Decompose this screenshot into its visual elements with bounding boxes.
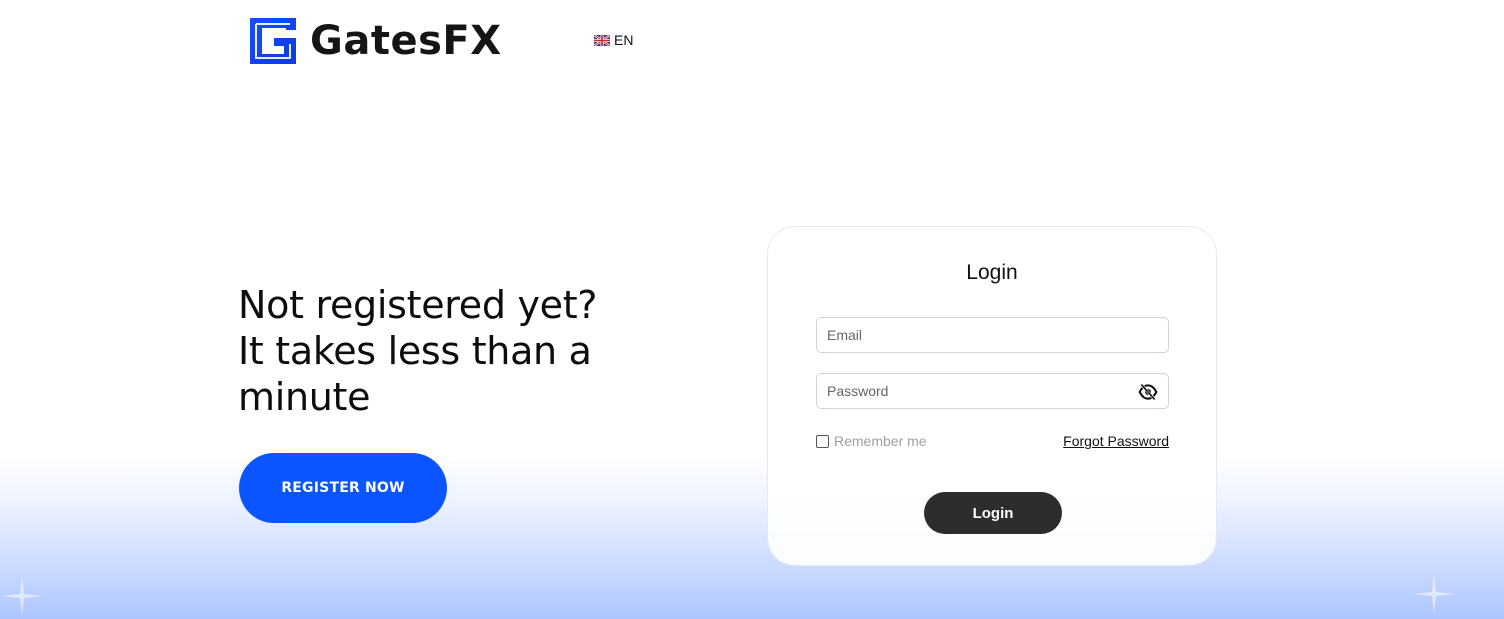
eye-slash-icon[interactable]: [1138, 383, 1158, 401]
forgot-password-link[interactable]: Forgot Password: [1063, 433, 1169, 449]
hero-title-line-1: Not registered yet?: [238, 283, 598, 327]
hero-title-line-3: minute: [238, 375, 371, 419]
password-field[interactable]: [817, 374, 1168, 408]
remember-me: Remember me: [816, 433, 927, 449]
login-card: Login Remember me Forgot Password Login: [767, 226, 1217, 566]
language-selector[interactable]: EN: [594, 32, 633, 48]
remember-me-checkbox[interactable]: [816, 434, 829, 448]
sparkle-decoration: [1414, 574, 1454, 614]
brand-logo[interactable]: GatesFX: [246, 14, 502, 68]
remember-me-label: Remember me: [834, 433, 927, 449]
sparkle-decoration: [2, 576, 42, 616]
login-title: Login: [966, 261, 1018, 284]
register-now-button[interactable]: REGISTER NOW: [239, 453, 447, 523]
header: GatesFX EN: [0, 0, 1504, 90]
hero-title-line-2: It takes less than a: [238, 329, 592, 373]
password-field-wrapper: [816, 373, 1169, 409]
hero-title: Not registered yet? It takes less than a…: [238, 282, 658, 420]
email-field[interactable]: [817, 318, 1168, 352]
brand-name: GatesFX: [310, 18, 502, 64]
language-code: EN: [614, 32, 634, 48]
uk-flag-icon: [594, 34, 610, 46]
login-button[interactable]: Login: [924, 492, 1062, 534]
gatesfx-logo-icon: [250, 18, 296, 64]
email-field-wrapper: [816, 317, 1169, 353]
hero-section: Not registered yet? It takes less than a…: [238, 282, 658, 420]
